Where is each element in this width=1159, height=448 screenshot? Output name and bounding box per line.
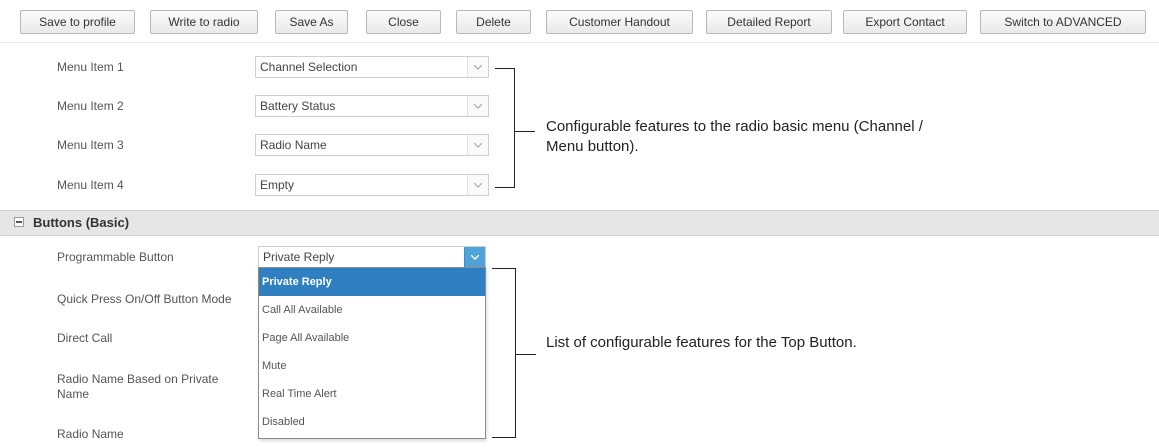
save-to-profile-button[interactable]: Save to profile: [20, 10, 135, 34]
menu-annotation: Configurable features to the radio basic…: [546, 118, 923, 155]
radio-name-label: Radio Name: [57, 427, 124, 441]
menu-item-3-select[interactable]: Radio Name: [255, 134, 489, 156]
menu-item-3-label: Menu Item 3: [57, 138, 124, 152]
programmable-button-value: Private Reply: [263, 250, 335, 264]
menu-item-2-select[interactable]: Battery Status: [255, 95, 489, 117]
dropdown-option[interactable]: Mute: [259, 352, 485, 380]
menu-item-4-select[interactable]: Empty: [255, 174, 489, 196]
direct-call-label: Direct Call: [57, 331, 113, 345]
collapse-icon[interactable]: [14, 217, 24, 227]
menu-bracket-stem: [515, 131, 535, 132]
dropdown-bracket: [492, 268, 516, 438]
radio-name-private-label: Radio Name Based on Private Name: [57, 372, 219, 401]
chevron-down-icon[interactable]: [467, 135, 488, 155]
menu-item-4-value: Empty: [260, 178, 295, 192]
dropdown-bracket-stem: [516, 354, 536, 355]
menu-item-1-value: Channel Selection: [260, 60, 358, 74]
close-button[interactable]: Close: [366, 10, 441, 34]
delete-button[interactable]: Delete: [456, 10, 531, 34]
menu-item-1-select[interactable]: Channel Selection: [255, 56, 489, 78]
dropdown-annotation: List of configurable features for the To…: [546, 334, 857, 351]
menu-bracket: [495, 68, 515, 188]
export-contact-button[interactable]: Export Contact: [843, 10, 967, 34]
section-title: Buttons (Basic): [33, 215, 130, 230]
menu-item-3-value: Radio Name: [260, 138, 327, 152]
programmable-button-select[interactable]: Private Reply: [258, 246, 486, 268]
chevron-down-icon[interactable]: [467, 175, 488, 195]
menu-item-2-value: Battery Status: [260, 99, 336, 113]
toolbar: Save to profile Write to radio Save As C…: [0, 0, 1159, 43]
quick-press-label: Quick Press On/Off Button Mode: [57, 292, 232, 306]
programmable-button-label: Programmable Button: [57, 250, 174, 264]
dropdown-option[interactable]: Page All Available: [259, 324, 485, 352]
customer-handout-button[interactable]: Customer Handout: [546, 10, 693, 34]
buttons-section-header[interactable]: Buttons (Basic): [0, 210, 1159, 236]
chevron-down-icon[interactable]: [467, 57, 488, 77]
dropdown-option[interactable]: Disabled: [259, 408, 485, 436]
chevron-down-icon[interactable]: [464, 247, 485, 267]
detailed-report-button[interactable]: Detailed Report: [706, 10, 832, 34]
dropdown-option[interactable]: Real Time Alert: [259, 380, 485, 408]
dropdown-option[interactable]: Private Reply: [259, 268, 485, 296]
menu-item-1-label: Menu Item 1: [57, 60, 124, 74]
menu-item-4-label: Menu Item 4: [57, 178, 124, 192]
programmable-button-dropdown: Private Reply Call All Available Page Al…: [258, 267, 486, 439]
chevron-down-icon[interactable]: [467, 96, 488, 116]
save-as-button[interactable]: Save As: [275, 10, 348, 34]
dropdown-option[interactable]: Call All Available: [259, 296, 485, 324]
menu-item-2-label: Menu Item 2: [57, 99, 124, 113]
switch-to-advanced-button[interactable]: Switch to ADVANCED: [980, 10, 1146, 34]
write-to-radio-button[interactable]: Write to radio: [150, 10, 258, 34]
